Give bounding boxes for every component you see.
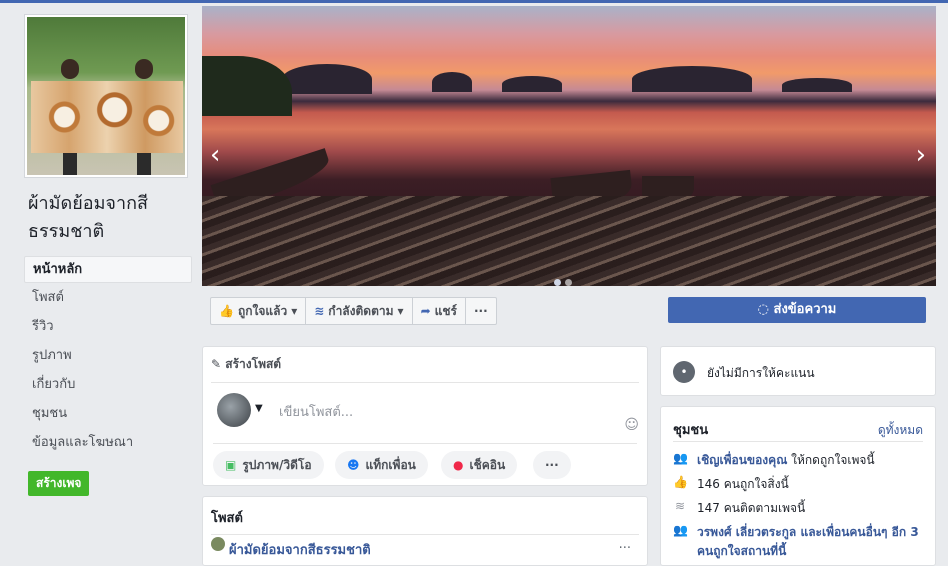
more-options-button[interactable]: ··· <box>533 451 571 479</box>
slide-dot[interactable] <box>565 279 572 286</box>
caret-down-icon: ▾ <box>397 304 404 318</box>
person-right <box>135 59 153 79</box>
posts-card: โพสต์ ผ้ามัดย้อมจากสีธรรมชาติ ··· <box>202 496 648 566</box>
pencil-icon: ✎ <box>211 357 222 371</box>
community-card: ชุมชน ดูทั้งหมด 👥 เชิญเพื่อนของคุณ ให้กด… <box>660 406 936 566</box>
like-label: ถูกใจแล้ว <box>237 304 288 318</box>
create-post-title: สร้างโพสต์ <box>225 357 282 371</box>
tie-dye-cloth <box>31 81 183 153</box>
more-button[interactable]: ··· <box>466 298 496 324</box>
people-icon: 👥 <box>673 523 688 537</box>
person-left <box>61 59 79 79</box>
tag-friends-icon: ☻ <box>347 458 360 472</box>
nav-item-community[interactable]: ชุมชน <box>24 399 190 428</box>
caret-down-icon[interactable]: ▼ <box>255 403 263 414</box>
cover-photo[interactable]: ‹ › <box>202 6 936 286</box>
create-page-button[interactable]: สร้างเพจ <box>28 471 90 496</box>
share-button[interactable]: ➦ แชร์ <box>413 298 466 324</box>
page-nav: หน้าหลัก โพสต์ รีวิว รูปภาพ เกี่ยวกับ ชุ… <box>24 256 194 457</box>
rss-icon: ≋ <box>674 499 686 513</box>
nav-item-home[interactable]: หน้าหลัก <box>24 256 192 283</box>
people-icon: 👥 <box>673 451 688 465</box>
top-bar <box>0 0 948 3</box>
legs-right <box>137 153 151 175</box>
tree-silhouette <box>202 56 292 116</box>
photo-video-label: รูปภาพ/วิดีโอ <box>242 457 312 472</box>
photo-icon: ▣ <box>225 458 237 472</box>
invite-link[interactable]: เชิญเพื่อนของคุณ <box>697 453 787 467</box>
thumbs-up-icon: 👍 <box>219 304 234 318</box>
friends-row: 👥 วรพงศ์ เลี่ยวตระกูล และเพื่อนคนอื่นๆ อ… <box>673 523 923 561</box>
likes-row: 👍 146 คนถูกใจสิ่งนี้ <box>673 475 789 494</box>
create-post-header[interactable]: ✎ สร้างโพสต์ <box>211 347 639 383</box>
slide-dot-active[interactable] <box>554 279 561 286</box>
chevron-right-icon[interactable]: › <box>916 142 926 168</box>
follow-button[interactable]: ≋ กำลังติดตาม ▾ <box>306 298 413 324</box>
thumbs-up-icon: 👍 <box>673 475 688 489</box>
emoji-icon[interactable]: ☺ <box>624 417 639 433</box>
photo-video-button[interactable]: ▣ รูปภาพ/วิดีโอ <box>213 451 324 479</box>
tag-friends-button[interactable]: ☻ แท็กเพื่อน <box>335 451 428 479</box>
post-input[interactable]: เขียนโพสต์... <box>279 401 353 422</box>
rating-text: ยังไม่มีการให้คะแนน <box>707 366 815 380</box>
posts-title: โพสต์ <box>211 497 639 535</box>
nav-item-photos[interactable]: รูปภาพ <box>24 341 190 370</box>
speech-bubble-icon: • <box>673 361 695 383</box>
rss-icon: ≋ <box>314 304 325 318</box>
see-all-link[interactable]: ดูทั้งหมด <box>878 421 923 440</box>
page-actions: 👍 ถูกใจแล้ว ▾ ≋ กำลังติดตาม ▾ ➦ แชร์ ··· <box>210 297 497 325</box>
rating-card: • ยังไม่มีการให้คะแนน <box>660 346 936 396</box>
page-title[interactable]: ผ้ามัดย้อมจากสีธรรมชาติ <box>24 190 194 246</box>
post-author[interactable]: ผ้ามัดย้อมจากสีธรรมชาติ <box>229 539 371 560</box>
friends-like-text[interactable]: วรพงศ์ เลี่ยวตระกูล และเพื่อนคนอื่นๆ อีก… <box>697 523 923 561</box>
follows-row: ≋ 147 คนติดตามเพจนี้ <box>673 499 805 518</box>
tag-friends-label: แท็กเพื่อน <box>365 457 416 472</box>
check-in-button[interactable]: ● เช็คอิน <box>441 451 518 479</box>
legs-left <box>63 153 77 175</box>
follow-label: กำลังติดตาม <box>328 304 394 318</box>
avatar[interactable] <box>217 393 251 427</box>
invite-suffix: ให้กดถูกใจเพจนี้ <box>787 453 875 467</box>
mountain <box>502 76 562 92</box>
location-pin-icon: ● <box>453 458 464 472</box>
divider <box>213 443 637 444</box>
mountain <box>632 66 752 92</box>
nav-item-about[interactable]: เกี่ยวกับ <box>24 370 190 399</box>
mountain <box>782 78 852 92</box>
caret-down-icon: ▾ <box>291 304 298 318</box>
slide-indicator <box>554 271 576 286</box>
profile-photo <box>27 17 185 175</box>
nav-item-info-ads[interactable]: ข้อมูลและโฆษณา <box>24 428 190 457</box>
invite-text: เชิญเพื่อนของคุณ ให้กดถูกใจเพจนี้ <box>697 451 875 470</box>
like-button[interactable]: 👍 ถูกใจแล้ว ▾ <box>211 298 307 324</box>
nav-item-reviews[interactable]: รีวิว <box>24 312 190 341</box>
messenger-icon: ◌ <box>757 302 769 317</box>
post-avatar[interactable] <box>211 537 225 551</box>
chevron-left-icon[interactable]: ‹ <box>210 142 220 168</box>
share-label: แชร์ <box>434 304 457 318</box>
invite-row: 👥 เชิญเพื่อนของคุณ ให้กดถูกใจเพจนี้ <box>673 451 875 470</box>
divider <box>673 441 923 442</box>
send-message-label: ส่งข้อความ <box>773 302 837 317</box>
likes-count: 146 คนถูกใจสิ่งนี้ <box>697 477 789 491</box>
community-title: ชุมชน <box>673 423 709 438</box>
send-message-button[interactable]: ◌ ส่งข้อความ <box>668 297 926 323</box>
nav-item-posts[interactable]: โพสต์ <box>24 283 190 312</box>
create-post-card: ✎ สร้างโพสต์ ▼ เขียนโพสต์... ☺ ▣ รูปภาพ/… <box>202 346 648 486</box>
mountain <box>432 72 472 92</box>
mountain <box>282 64 372 94</box>
profile-picture[interactable] <box>24 14 188 178</box>
check-in-label: เช็คอิน <box>469 457 506 472</box>
share-arrow-icon: ➦ <box>420 304 431 318</box>
follows-count: 147 คนติดตามเพจนี้ <box>697 501 806 515</box>
left-column: ผ้ามัดย้อมจากสีธรรมชาติ หน้าหลัก โพสต์ ร… <box>24 14 194 496</box>
